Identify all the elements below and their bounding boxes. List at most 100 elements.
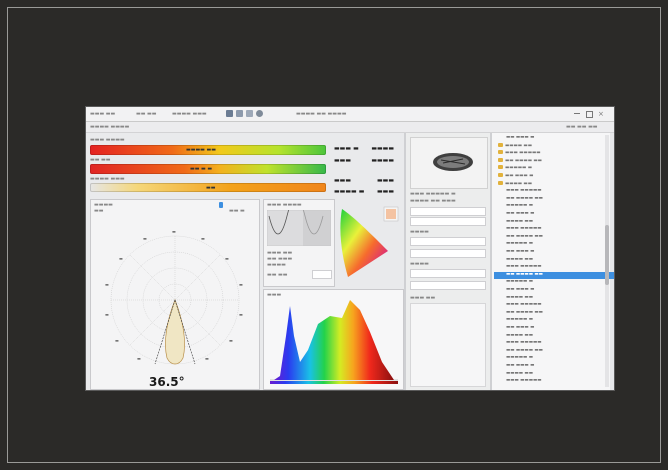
tree-item[interactable]: ▬▬▬▬▬ ▬ (494, 241, 614, 248)
tree-item[interactable]: ▬▬▬ ▬▬▬▬▬ (494, 188, 614, 195)
illuminance-bar-text: ▬▬▬▬ ▬▬ (186, 147, 216, 153)
detail-field[interactable] (410, 249, 486, 258)
flicker-waveform (267, 210, 331, 246)
sub-toolbar: ▬▬▬▬ ▬▬▬▬ ▬▬ ▬▬ ▬▬ (86, 122, 614, 133)
tree-item-label: ▬▬ ▬▬▬ ▬ (506, 211, 535, 216)
window-controls[interactable]: × (574, 110, 610, 118)
print-icon[interactable] (246, 110, 253, 117)
tree-item[interactable]: ▬▬▬▬ ▬▬ (494, 180, 606, 188)
monitor-screen: ▬▬▬ ▬▬ ▬▬ ▬▬ ▬▬▬▬ ▬▬▬ ▬▬▬▬ ▬▬ ▬▬▬▬ × ▬▬▬… (86, 107, 614, 390)
tree-item-label: ▬▬▬▬▬ ▬ (506, 355, 533, 361)
info-icon[interactable] (219, 202, 223, 208)
tree-item[interactable]: ▬▬▬▬ ▬▬ (494, 219, 614, 226)
tree-item-label: ▬▬▬ ▬▬▬▬▬ (506, 264, 542, 270)
tree-item[interactable]: ▬▬ ▬▬▬ ▬ (494, 173, 606, 180)
tree-item[interactable]: ▬▬▬▬▬ ▬ (494, 355, 614, 362)
detail-field[interactable] (410, 217, 486, 226)
tree-item[interactable]: ▬▬ ▬▬▬ ▬ (494, 325, 614, 332)
tree-item-label: ▬▬▬▬▬ ▬ (506, 279, 533, 285)
cie-chromaticity-chart (340, 206, 399, 277)
tree-item-label: ▬▬ ▬▬▬ ▬ (506, 135, 535, 140)
tree-item-label: ▬▬ ▬▬▬▬ ▬▬ (506, 271, 543, 277)
tree-item[interactable]: ▬▬▬ ▬▬▬▬▬ (494, 150, 606, 157)
detail-label: ▬▬▬ ▬▬ (410, 295, 436, 301)
detail-field[interactable] (410, 237, 486, 246)
tree-item[interactable]: ▬▬ ▬▬▬▬ ▬▬ (494, 234, 614, 241)
cri-bar-text: ▬▬ (206, 185, 216, 191)
open-icon[interactable] (236, 110, 243, 117)
maximize-icon[interactable] (586, 111, 593, 118)
tree-item[interactable]: ▬▬ ▬▬▬ ▬ (494, 249, 614, 256)
minimize-icon[interactable] (574, 113, 580, 114)
toolbar-icons[interactable] (226, 110, 286, 118)
menu-item[interactable]: ▬▬▬▬ ▬▬▬ (172, 111, 222, 117)
tree-item[interactable]: ▬▬ ▬▬▬▬ ▬▬ (494, 310, 614, 317)
tree-item[interactable]: ▬▬▬▬ ▬▬ (494, 142, 606, 150)
tree-item[interactable]: ▬▬ ▬▬▬ ▬ (494, 363, 614, 370)
tree-item[interactable]: ▬▬▬▬▬ ▬ (494, 203, 614, 210)
tree-item-label: ▬▬ ▬▬▬ ▬ (506, 363, 535, 368)
detail-field[interactable] (410, 281, 486, 290)
tree-item[interactable]: ▬▬▬▬▬ ▬ (494, 317, 614, 324)
bar-caption: ▬▬▬ ▬▬▬▬ (90, 137, 125, 143)
settings-icon[interactable] (256, 110, 263, 117)
svg-text:▬: ▬ (119, 256, 123, 261)
tree-item[interactable]: ▬▬ ▬▬▬ ▬ (494, 135, 614, 142)
svg-text:▬: ▬ (205, 356, 209, 361)
svg-text:▬: ▬ (105, 282, 109, 287)
svg-text:▬: ▬ (229, 338, 233, 343)
close-icon[interactable]: × (598, 110, 604, 118)
file-tree-panel: ▬▬ ▬▬▬ ▬ ▬▬▬▬ ▬▬ ▬▬▬ ▬▬▬▬▬ ▬▬ ▬▬▬▬ ▬▬ ▬▬▬▬▬ … (492, 133, 614, 390)
tree-item-label: ▬▬ ▬▬▬ ▬ (506, 249, 535, 254)
tree-item[interactable]: ▬▬ ▬▬▬▬ ▬▬ (494, 348, 614, 355)
tree-item[interactable]: ▬▬ ▬▬▬ ▬ (494, 211, 614, 218)
tree-item-label: ▬▬▬▬ ▬▬ (505, 181, 532, 187)
tree-item[interactable]: ▬▬▬▬ ▬▬ (494, 333, 614, 340)
tree-item-label: ▬▬▬▬▬ ▬ (506, 203, 533, 209)
menu-item[interactable]: ▬▬ ▬▬ (136, 111, 166, 117)
tree-item[interactable]: ▬▬ ▬▬▬▬ ▬▬ (494, 196, 614, 203)
folder-icon (498, 173, 503, 177)
folder-icon (498, 150, 503, 155)
tree-item-label: ▬▬ ▬▬▬▬ ▬▬ (506, 347, 543, 353)
detail-field[interactable] (410, 269, 486, 278)
svg-text:▬: ▬ (239, 282, 243, 287)
tree-item[interactable]: ▬▬▬▬ ▬▬ (494, 371, 614, 378)
tree-item[interactable]: ▬▬▬ ▬▬▬▬▬ (494, 340, 614, 347)
tree-item[interactable]: ▬▬ ▬▬▬▬ ▬▬ (494, 157, 606, 165)
tree-item-label: ▬▬ ▬▬▬▬ ▬▬ (506, 195, 543, 201)
flicker-field[interactable] (312, 270, 332, 279)
tree-item[interactable]: ▬▬▬▬ ▬▬ (494, 257, 614, 264)
spectrum-panel: ▬▬▬ (263, 289, 404, 390)
tree-item-label: ▬▬ ▬▬▬ ▬ (505, 173, 534, 179)
file-tree: ▬▬ ▬▬▬ ▬ ▬▬▬▬ ▬▬ ▬▬▬ ▬▬▬▬▬ ▬▬ ▬▬▬▬ ▬▬ ▬▬▬▬▬ … (494, 135, 614, 387)
detail-field[interactable] (410, 207, 486, 216)
tree-item[interactable]: ▬▬ ▬▬▬▬ ▬▬ (494, 271, 614, 279)
svg-text:▬: ▬ (239, 312, 243, 317)
svg-text:▬: ▬ (172, 229, 176, 234)
scrollbar-thumb[interactable] (605, 225, 609, 285)
spectrum-chart (270, 300, 398, 384)
folder-icon (498, 165, 503, 170)
scrollbar[interactable] (605, 135, 609, 387)
tree-item[interactable]: ▬▬▬ ▬▬▬▬▬ (494, 226, 614, 233)
save-icon[interactable] (226, 110, 233, 117)
tree-item[interactable]: ▬▬ ▬▬▬ ▬ (494, 287, 614, 294)
menu-item[interactable]: ▬▬▬ ▬▬ (90, 111, 130, 117)
product-subtitle: ▬▬▬▬ ▬▬ ▬▬▬ (410, 198, 456, 204)
beam-shape (165, 299, 185, 365)
tree-item[interactable]: ▬▬▬▬▬ ▬ (494, 165, 606, 172)
tree-item-label: ▬▬▬▬ ▬▬ (506, 370, 533, 376)
tree-item-label: ▬▬ ▬▬▬ ▬ (506, 325, 535, 330)
tree-item[interactable]: ▬▬▬▬ ▬▬ (494, 295, 614, 302)
tree-item[interactable]: ▬▬▬ ▬▬▬▬▬ (494, 302, 614, 309)
flicker-panel: ▬▬▬ ▬▬▬▬ ▬▬▬ ▬▬ ▬▬ ▬▬▬ ▬▬▬▬ ▬▬ ▬▬ (263, 199, 335, 287)
bar-caption: ▬▬ ▬▬ (90, 157, 111, 163)
notes-area[interactable] (410, 303, 486, 387)
tree-item-label: ▬▬▬ ▬▬▬▬▬ (505, 150, 541, 156)
tree-item[interactable]: ▬▬▬▬▬ ▬ (494, 279, 614, 286)
tree-item[interactable]: ▬▬▬ ▬▬▬▬▬ (494, 378, 614, 385)
tree-item[interactable]: ▬▬▬ ▬▬▬▬▬ (494, 264, 614, 271)
readout-row: ▬▬▬ ▬▬▬ (334, 177, 394, 184)
tree-item-label: ▬▬ ▬▬▬▬ ▬▬ (506, 233, 543, 239)
